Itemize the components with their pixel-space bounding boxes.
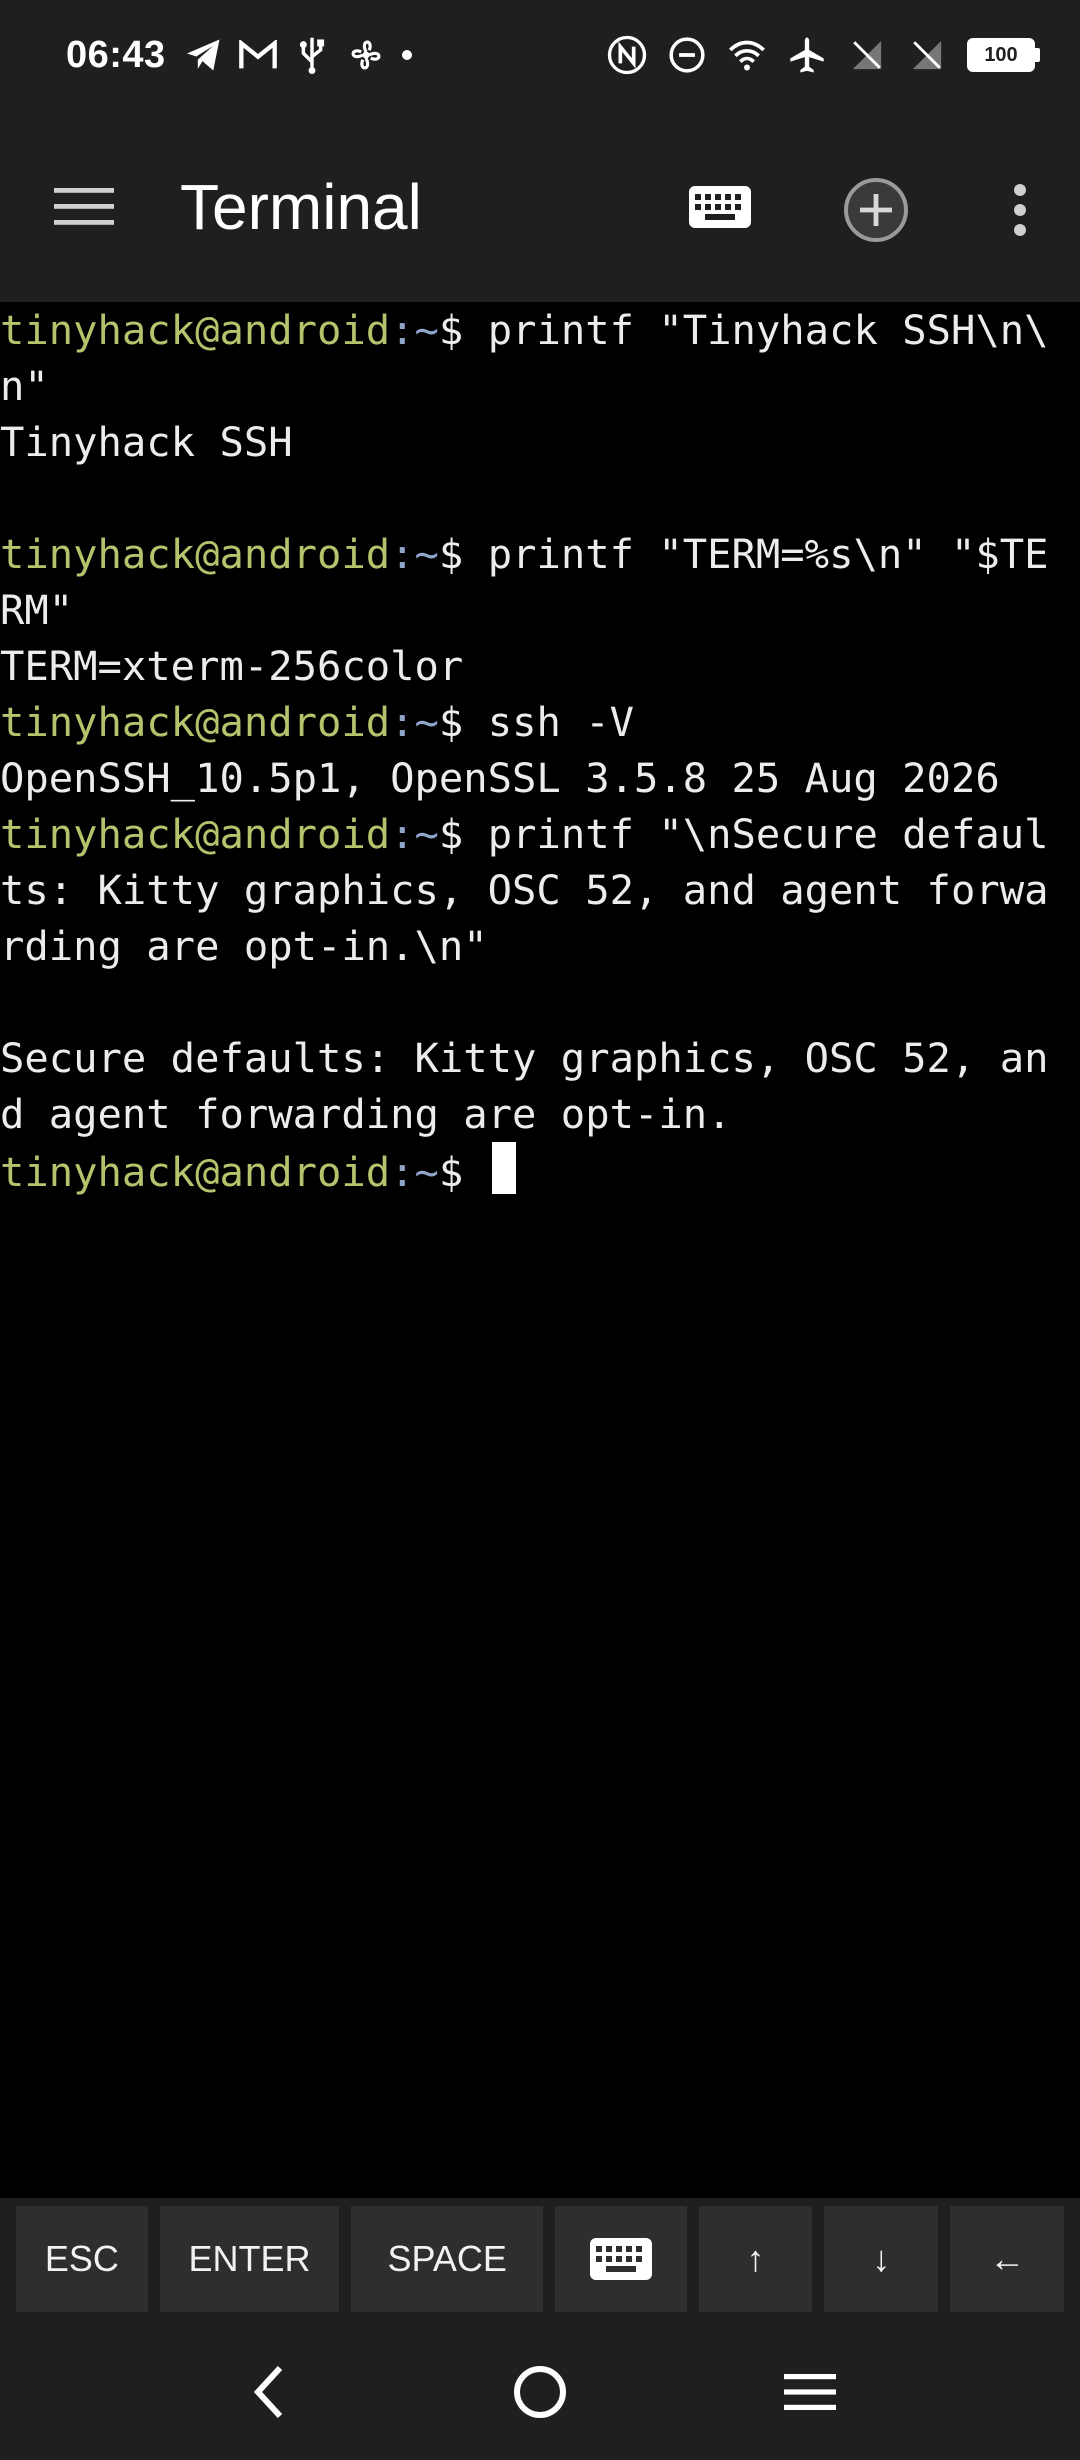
nfc-icon: [607, 35, 647, 75]
terminal-line: Tinyhack SSH: [0, 414, 1080, 470]
battery-indicator: 100: [967, 38, 1040, 72]
terminal-line: tinyhack@android:~$: [0, 1142, 1080, 1198]
output-text: Secure defaults: Kitty graphics, OSC 52,…: [0, 1034, 1049, 1082]
terminal-line: RM": [0, 582, 1080, 638]
arrow-down-key[interactable]: ↓: [824, 2206, 939, 2312]
space-key[interactable]: SPACE: [351, 2206, 543, 2312]
command-text: printf "Tinyhack SSH\n\: [487, 306, 1049, 354]
prompt-user: tinyhack@android: [0, 698, 391, 746]
wifi-icon: [727, 35, 767, 75]
more-options-button[interactable]: [1000, 170, 1040, 250]
status-time: 06:43: [66, 33, 166, 76]
command-text: printf "TERM=%s\n" "$TE: [487, 530, 1049, 578]
system-nav-bar: [0, 2320, 1080, 2460]
fan-icon: [346, 35, 386, 75]
new-session-button[interactable]: [836, 170, 916, 250]
terminal-line: rding are opt-in.\n": [0, 918, 1080, 974]
no-sim-icon: [847, 35, 887, 75]
terminal-line: ts: Kitty graphics, OSC 52, and agent fo…: [0, 862, 1080, 918]
more-vertical-icon: [1014, 184, 1026, 236]
hamburger-icon: [54, 188, 114, 225]
recents-menu-icon: [784, 2374, 836, 2410]
prompt-path: :~: [390, 810, 439, 858]
battery-level: 100: [967, 38, 1035, 72]
prompt-path: :~: [390, 306, 439, 354]
back-icon: [253, 2365, 283, 2419]
dnd-icon: [667, 35, 707, 75]
prompt-user: tinyhack@android: [0, 306, 391, 354]
home-button[interactable]: [500, 2352, 580, 2432]
usb-icon: [292, 35, 332, 75]
page-title: Terminal: [180, 171, 422, 243]
status-right-icons: 100: [607, 35, 1040, 75]
terminal-line: d agent forwarding are opt-in.: [0, 1086, 1080, 1142]
prompt-symbol: $: [438, 306, 488, 354]
terminal-line: tinyhack@android:~$ ssh -V: [0, 694, 1080, 750]
prompt-user: tinyhack@android: [0, 810, 391, 858]
command-text: printf "\nSecure defaul: [487, 810, 1049, 858]
terminal-line: tinyhack@android:~$ printf "Tinyhack SSH…: [0, 302, 1080, 358]
keyboard-key[interactable]: [554, 2206, 687, 2312]
terminal-line: n": [0, 358, 1080, 414]
arrow-left-key[interactable]: ←: [950, 2206, 1064, 2312]
output-text: RM": [0, 586, 74, 634]
prompt-path: :~: [390, 698, 439, 746]
battery-tip: [1035, 48, 1040, 62]
terminal-line: tinyhack@android:~$ printf "\nSecure def…: [0, 806, 1080, 862]
no-sim-icon: [907, 35, 947, 75]
add-circle-icon: [844, 178, 908, 242]
terminal-output[interactable]: tinyhack@android:~$ printf "Tinyhack SSH…: [0, 302, 1080, 2198]
terminal-cursor: [491, 1142, 516, 1194]
recents-button[interactable]: [770, 2352, 850, 2432]
output-text: rding are opt-in.\n": [0, 922, 488, 970]
output-text: OpenSSH_10.5p1, OpenSSL 3.5.8 25 Aug 202…: [0, 754, 1000, 802]
app-bar: Terminal: [0, 110, 1080, 302]
output-text: n": [0, 362, 49, 410]
status-left-icons: [184, 35, 414, 75]
command-text: ssh -V: [487, 698, 635, 746]
prompt-user: tinyhack@android: [0, 1148, 391, 1196]
airplane-icon: [787, 35, 827, 75]
terminal-line: Secure defaults: Kitty graphics, OSC 52,…: [0, 1030, 1080, 1086]
back-button[interactable]: [230, 2352, 310, 2432]
telegram-icon: [184, 35, 224, 75]
toggle-keyboard-button[interactable]: [680, 172, 760, 242]
dot-icon: [400, 35, 414, 75]
output-text: TERM=xterm-256color: [0, 642, 464, 690]
arrow-up-key[interactable]: ↑: [698, 2206, 813, 2312]
output-text: Tinyhack SSH: [0, 418, 293, 466]
prompt-symbol: $: [438, 1148, 488, 1196]
prompt-path: :~: [390, 530, 439, 578]
keyboard-icon: [689, 186, 751, 228]
output-text: ts: Kitty graphics, OSC 52, and agent fo…: [0, 866, 1049, 914]
menu-button[interactable]: [44, 176, 124, 236]
status-bar: 06:43 100: [0, 0, 1080, 110]
keyboard-icon: [589, 2238, 652, 2280]
prompt-symbol: $: [438, 810, 488, 858]
extra-keys-row: ESC ENTER SPACE ↑ ↓ ←: [0, 2198, 1080, 2320]
home-circle-icon: [514, 2366, 566, 2418]
terminal-line: tinyhack@android:~$ printf "TERM=%s\n" "…: [0, 526, 1080, 582]
terminal-line: OpenSSH_10.5p1, OpenSSL 3.5.8 25 Aug 202…: [0, 750, 1080, 806]
gmail-icon: [238, 35, 278, 75]
prompt-symbol: $: [438, 698, 488, 746]
prompt-path: :~: [390, 1148, 439, 1196]
terminal-line: TERM=xterm-256color: [0, 638, 1080, 694]
enter-key[interactable]: ENTER: [159, 2206, 340, 2312]
prompt-symbol: $: [438, 530, 488, 578]
esc-key[interactable]: ESC: [16, 2206, 148, 2312]
output-text: d agent forwarding are opt-in.: [0, 1090, 732, 1138]
prompt-user: tinyhack@android: [0, 530, 391, 578]
